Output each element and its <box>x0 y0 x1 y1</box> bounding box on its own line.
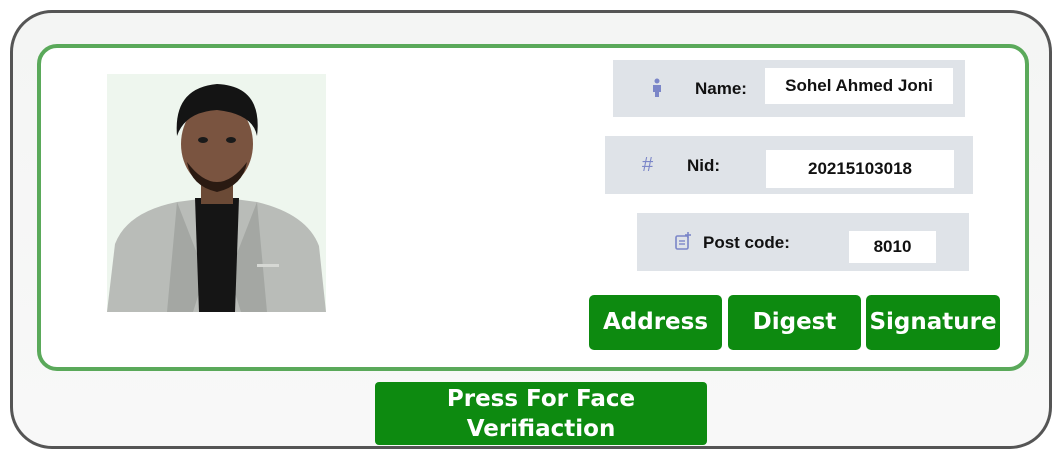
person-icon <box>651 78 663 102</box>
digest-button[interactable]: Digest <box>728 295 861 350</box>
name-value: Sohel Ahmed Joni <box>765 68 953 104</box>
profile-photo <box>107 74 326 312</box>
name-field-row: Name: Sohel Ahmed Joni <box>613 60 965 117</box>
hash-icon: # <box>642 154 654 176</box>
nid-value: 20215103018 <box>766 150 954 188</box>
postcode-label: Post code: <box>703 233 790 252</box>
signature-button[interactable]: Signature <box>866 295 1000 350</box>
face-verification-button[interactable]: Press For Face Verifiaction <box>375 382 707 445</box>
person-photo-illustration <box>107 74 326 312</box>
address-button[interactable]: Address <box>589 295 722 350</box>
face-verification-label-line1: Press For Face <box>446 386 636 412</box>
note-icon <box>675 232 691 254</box>
name-label: Name: <box>695 79 747 98</box>
nid-label: Nid: <box>687 156 721 175</box>
face-verification-label-line2: Verifiaction <box>466 416 616 442</box>
postcode-field-row: Post code: 8010 <box>637 213 969 271</box>
nid-field-row: # Nid: 20215103018 <box>605 136 973 194</box>
postcode-value: 8010 <box>849 231 936 263</box>
